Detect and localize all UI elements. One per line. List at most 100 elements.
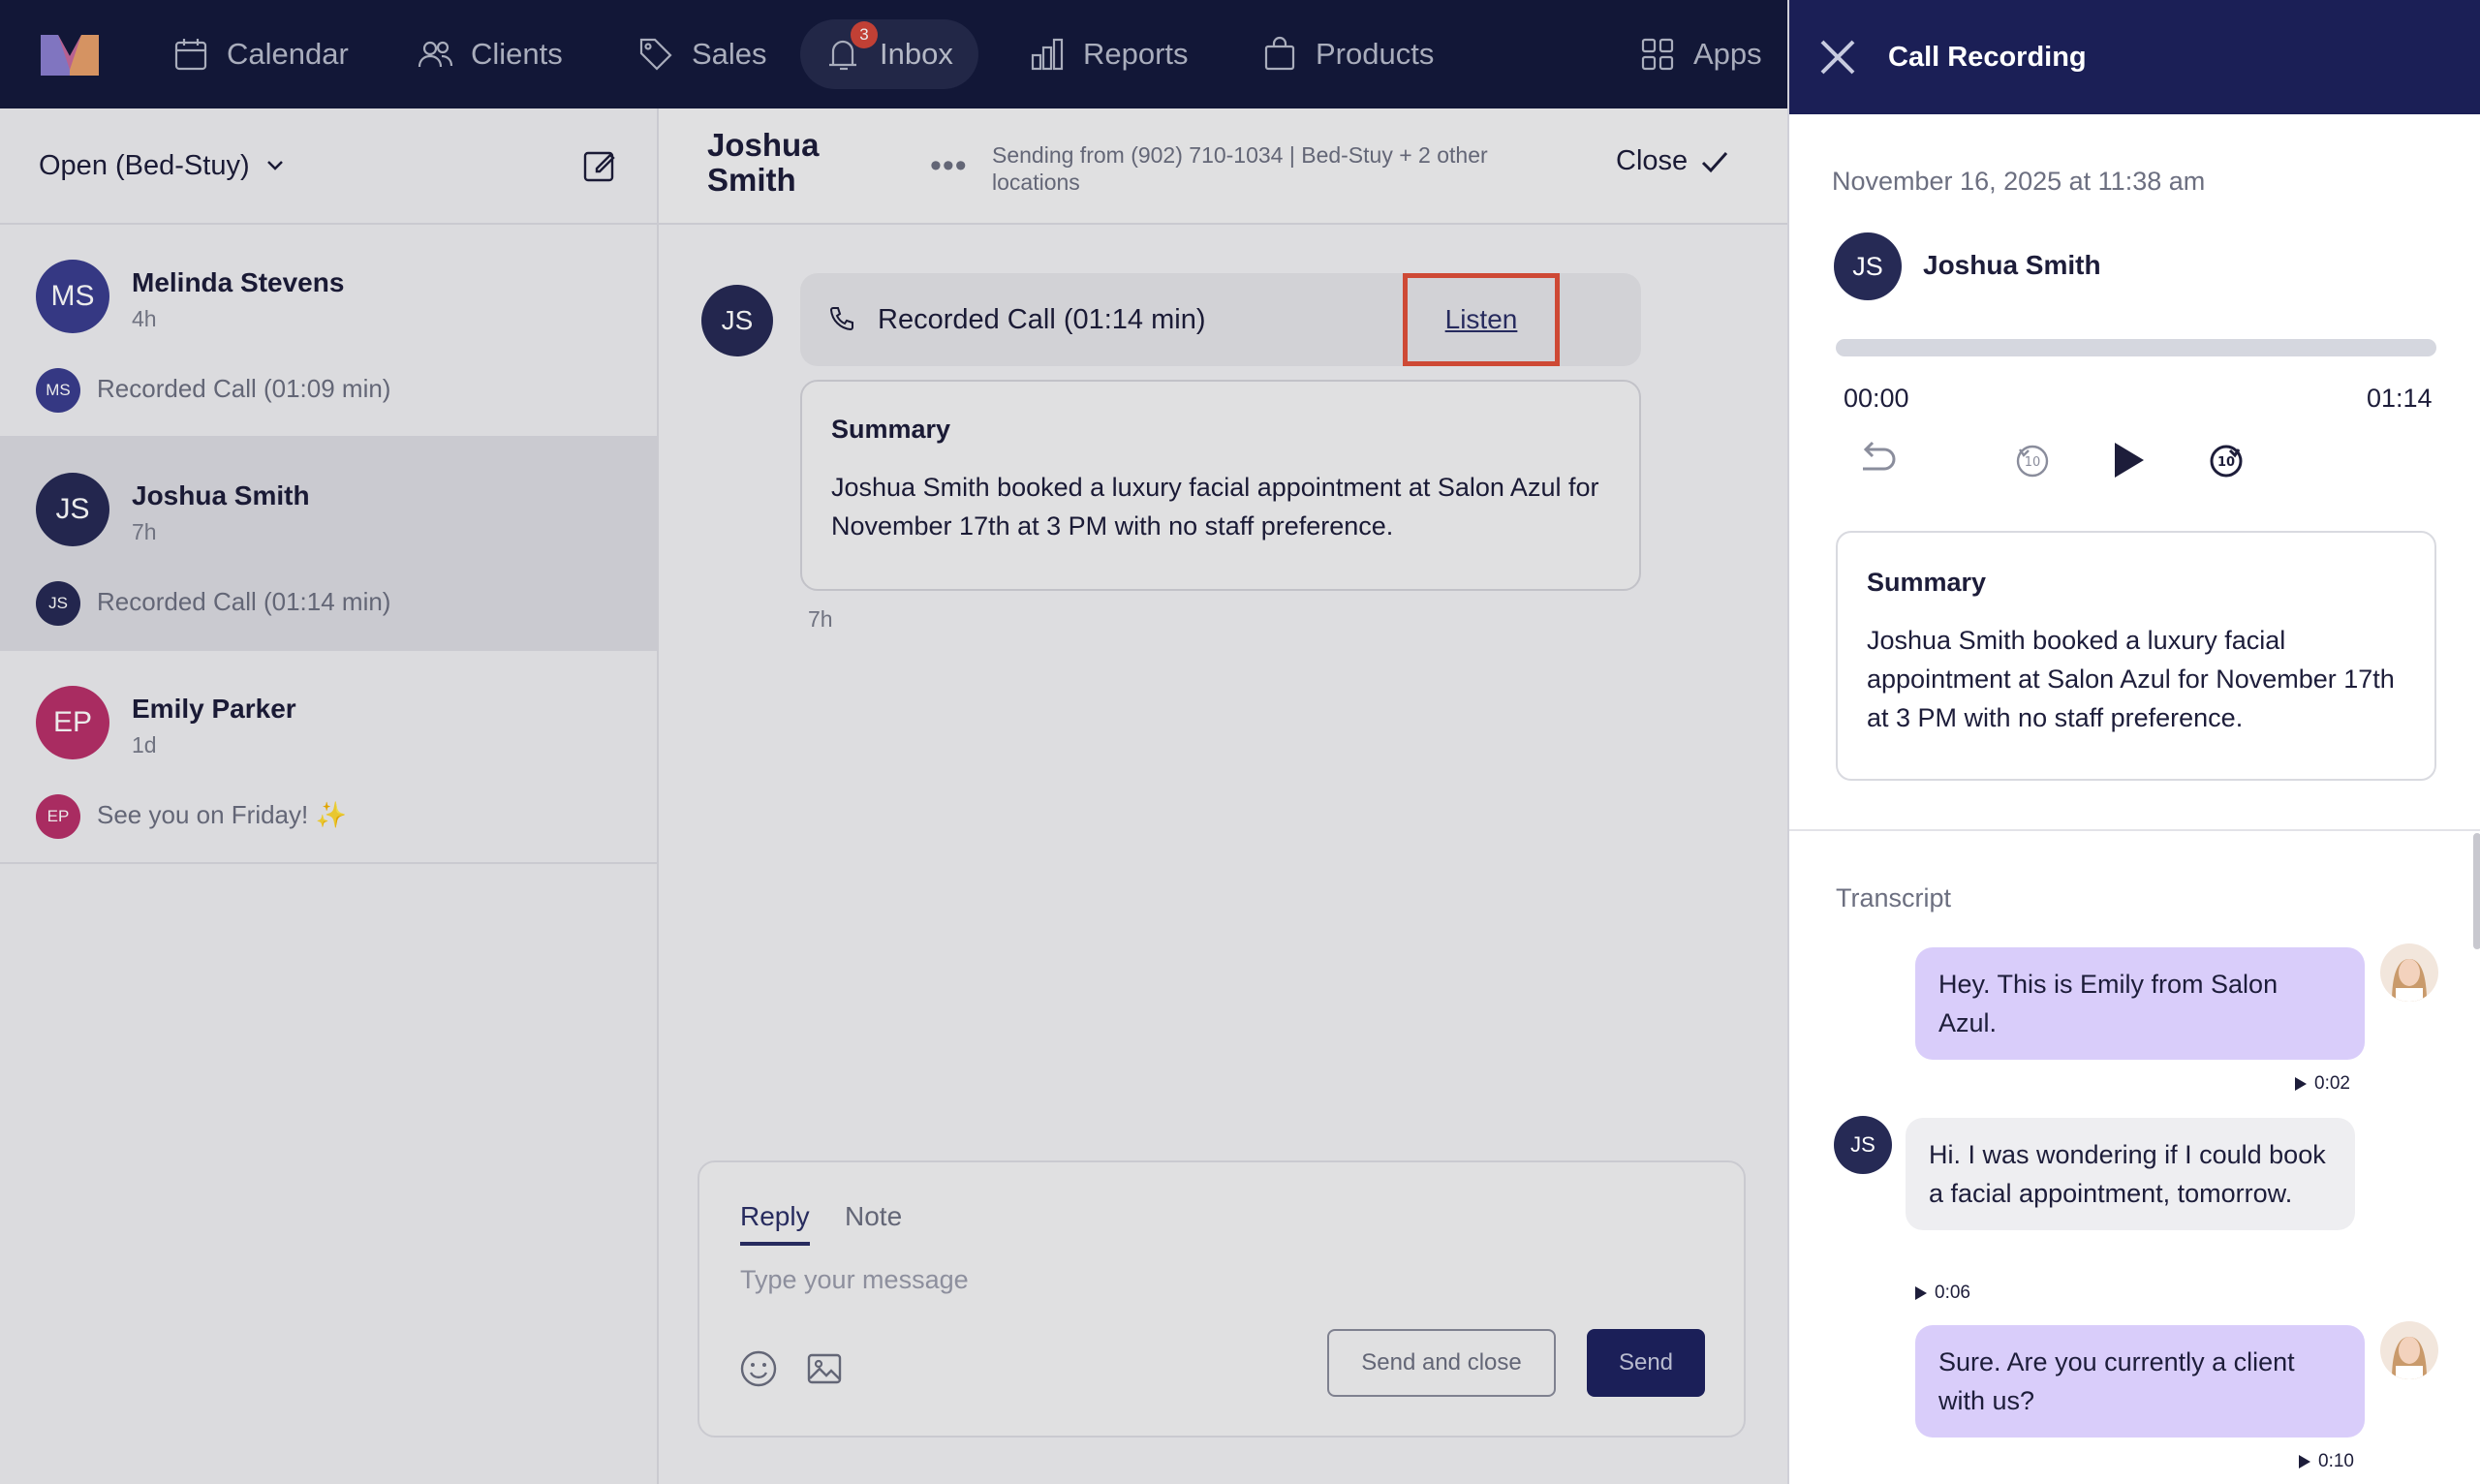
send-button[interactable]: Send <box>1587 1329 1705 1397</box>
client-avatar: JS <box>1834 1116 1892 1174</box>
location-filter-dropdown[interactable]: Open (Bed-Stuy) <box>39 150 287 182</box>
tag-icon <box>639 38 672 71</box>
inbox-badge: 3 <box>851 21 878 48</box>
transcript-time: 0:10 <box>2318 1451 2354 1471</box>
call-recording-drawer: Call Recording November 16, 2025 at 11:3… <box>1787 0 2480 1484</box>
message-avatar: JS <box>701 285 773 356</box>
chevron-down-icon <box>266 161 283 170</box>
grid-icon <box>1641 38 1674 71</box>
sending-from-text: Sending from (902) 710-1034 | Bed-Stuy +… <box>992 142 1488 195</box>
conversation-item-selected[interactable]: JS Joshua Smith 7h JS Recorded Call (01:… <box>0 438 657 651</box>
calendar-icon <box>174 39 207 71</box>
avatar-small: EP <box>36 794 80 839</box>
nav-calendar-label: Calendar <box>227 37 349 71</box>
conversation-item[interactable]: EP Emily Parker 1d EP See you on Friday!… <box>0 651 657 864</box>
recorded-call-message: Recorded Call (01:14 min) Listen <box>800 273 1641 366</box>
transcript-label: Transcript <box>1836 883 1952 912</box>
recording-date: November 16, 2025 at 11:38 am <box>1832 167 2206 196</box>
call-summary-card: Summary Joshua Smith booked a luxury fac… <box>800 380 1641 591</box>
message-input[interactable]: Type your message <box>740 1265 969 1295</box>
conversation-preview: Recorded Call (01:14 min) <box>97 587 391 616</box>
send-and-close-button[interactable]: Send and close <box>1327 1329 1556 1397</box>
more-options-icon[interactable]: ••• <box>930 147 968 185</box>
conversation-item[interactable]: MS Melinda Stevens 4h MS Recorded Call (… <box>0 225 657 438</box>
rewind-10-icon[interactable]: 10 <box>2010 438 2055 482</box>
restart-icon[interactable] <box>1853 438 1898 482</box>
phone-icon <box>829 307 853 331</box>
listen-link[interactable]: Listen <box>1403 273 1560 366</box>
playback-progress-bar[interactable] <box>1836 339 2436 356</box>
bar-chart-icon <box>1031 38 1064 71</box>
transcript-play-timestamp[interactable]: 0:02 <box>2295 1073 2350 1095</box>
drawer-scrollbar[interactable] <box>2473 833 2480 949</box>
nav-clients[interactable]: Clients <box>391 19 588 89</box>
conversation-name: Emily Parker <box>132 694 296 724</box>
avatar-small: MS <box>36 368 80 413</box>
elapsed-time: 00:00 <box>1844 384 1909 413</box>
caller-name: Joshua Smith <box>1923 250 2101 280</box>
avatar-small: JS <box>36 581 80 626</box>
check-icon <box>1702 151 1728 172</box>
location-filter-label: Open (Bed-Stuy) <box>39 149 250 181</box>
play-small-icon <box>1915 1286 1927 1300</box>
svg-text:10: 10 <box>2217 455 2235 470</box>
nav-reports-label: Reports <box>1083 37 1189 71</box>
transcript-time: 0:02 <box>2314 1073 2350 1094</box>
transcript-agent-bubble: Hey. This is Emily from Salon Azul. <box>1915 947 2365 1060</box>
forward-10-icon[interactable]: 10 <box>2204 438 2248 482</box>
conversation-pane: Joshua Smith ••• Sending from (902) 710-… <box>659 108 1787 1484</box>
nav-apps-label: Apps <box>1693 37 1762 71</box>
nav-products[interactable]: Products <box>1236 19 1459 89</box>
conversation-header: Joshua Smith ••• Sending from (902) 710-… <box>659 108 1787 225</box>
total-time: 01:14 <box>2367 384 2433 413</box>
drawer-summary-title: Summary <box>1867 568 1987 597</box>
play-small-icon <box>2299 1455 2310 1469</box>
conversation-name: Joshua Smith <box>132 480 310 510</box>
conversation-preview: See you on Friday! ✨ <box>97 800 347 829</box>
close-label: Close <box>1616 145 1689 176</box>
close-icon[interactable] <box>1816 36 1859 78</box>
users-icon <box>418 41 453 68</box>
nav-apps[interactable]: Apps <box>1614 19 1787 89</box>
app-logo[interactable] <box>41 31 99 76</box>
tab-note[interactable]: Note <box>845 1201 902 1232</box>
close-conversation-button[interactable]: Close <box>1616 145 1730 177</box>
nav-reports[interactable]: Reports <box>1004 19 1214 89</box>
conversation-time: 4h <box>132 306 157 331</box>
transcript-agent-bubble: Sure. Are you currently a client with us… <box>1915 1325 2365 1438</box>
divider <box>1789 829 2480 831</box>
nav-sales[interactable]: Sales <box>612 19 792 89</box>
nav-calendar[interactable]: Calendar <box>147 19 374 89</box>
drawer-header: Call Recording <box>1789 0 2480 114</box>
caller-avatar: JS <box>1834 232 1902 300</box>
transcript-play-timestamp[interactable]: 0:10 <box>2299 1451 2354 1472</box>
conversation-time: 1d <box>132 732 157 757</box>
drawer-summary-card: Summary Joshua Smith booked a luxury fac… <box>1836 531 2436 781</box>
shopping-bag-icon <box>1264 36 1295 71</box>
transcript-time: 0:06 <box>1935 1283 1970 1303</box>
emoji-icon[interactable] <box>738 1348 779 1389</box>
list-header: Open (Bed-Stuy) <box>0 108 657 225</box>
conversation-title: Joshua Smith <box>707 127 820 198</box>
play-icon[interactable] <box>2105 438 2150 482</box>
reply-composer: Reply Note Type your message Send and cl… <box>698 1160 1746 1438</box>
conversation-name: Melinda Stevens <box>132 267 345 297</box>
image-icon[interactable] <box>804 1348 845 1389</box>
nav-products-label: Products <box>1316 37 1435 71</box>
avatar: EP <box>36 686 109 759</box>
transcript-play-timestamp[interactable]: 0:06 <box>1915 1283 1970 1304</box>
nav-clients-label: Clients <box>471 37 563 71</box>
nav-inbox-label: Inbox <box>880 37 953 71</box>
compose-icon[interactable] <box>581 147 618 184</box>
tab-reply[interactable]: Reply <box>740 1201 810 1246</box>
message-timestamp: 7h <box>808 606 833 632</box>
conversation-preview: Recorded Call (01:09 min) <box>97 374 391 403</box>
top-navigation: Calendar Clients Sales 3 Inbox Reports P… <box>0 0 1787 108</box>
drawer-title: Call Recording <box>1888 41 2087 73</box>
avatar: JS <box>36 473 109 546</box>
nav-inbox[interactable]: 3 Inbox <box>800 19 978 89</box>
transcript-client-bubble: Hi. I was wondering if I could book a fa… <box>1906 1118 2355 1230</box>
conversation-list-pane: Open (Bed-Stuy) MS Melinda Stevens 4h MS… <box>0 108 659 1484</box>
agent-photo <box>2380 1321 2438 1379</box>
summary-text: Joshua Smith booked a luxury facial appo… <box>831 473 1599 541</box>
